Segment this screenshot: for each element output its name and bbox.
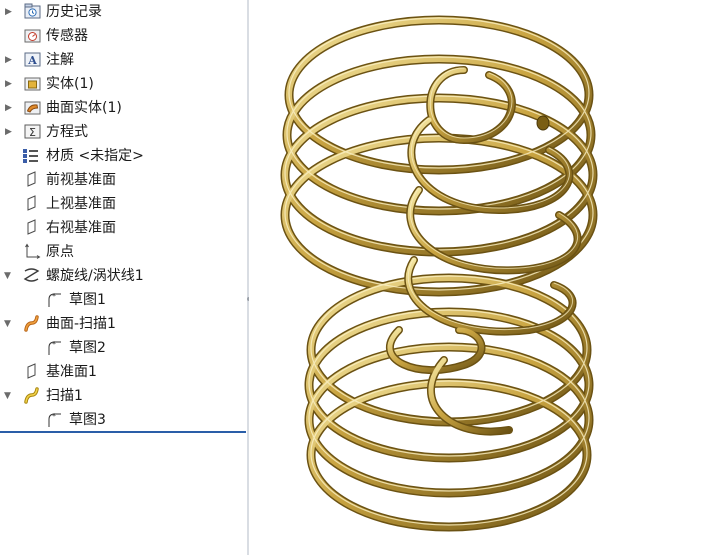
tube-end (536, 115, 550, 131)
tree-item-front-plane[interactable]: 前视基准面 (0, 168, 247, 192)
tree-item-top-plane[interactable]: 上视基准面 (0, 192, 247, 216)
sketch-icon: * (46, 411, 63, 428)
chevron-down-icon[interactable]: ▼ (4, 271, 12, 281)
tree-item-annotations[interactable]: ▶ A 注解 (0, 48, 247, 72)
chevron-down-icon[interactable]: ▼ (4, 319, 12, 329)
tree-item-right-plane[interactable]: 右视基准面 (0, 216, 247, 240)
tree-item-label: 材质 <未指定> (46, 148, 144, 164)
tree-item-sensors[interactable]: 传感器 (0, 24, 247, 48)
origin-icon (24, 243, 41, 260)
plane-icon (24, 219, 41, 236)
tree-item-label: 原点 (46, 244, 74, 260)
tree-item-sketch3[interactable]: * 草图3 (0, 408, 247, 432)
tree-item-label: 上视基准面 (46, 196, 116, 212)
tree-item-label: 草图1 (69, 292, 106, 308)
plane-icon (24, 171, 41, 188)
svg-text:*: * (52, 292, 56, 301)
tree-item-surface-sweep[interactable]: ▼ 曲面-扫描1 (0, 312, 247, 336)
sweep-icon (23, 387, 40, 404)
tree-item-label: 注解 (46, 52, 74, 68)
solid-bodies-icon (24, 75, 41, 92)
tree-item-label: 实体(1) (46, 76, 94, 92)
tree-item-label: 曲面实体(1) (46, 100, 122, 116)
tree-item-equations[interactable]: ▶ Σ 方程式 (0, 120, 247, 144)
outer-coils (280, 15, 598, 532)
tree-item-origin[interactable]: 原点 (0, 240, 247, 264)
feature-manager-tree: ▶ 历史记录 传感器 ▶ A 注解 ▶ 实体(1) ▶ 曲面实体(1) ▶ Σ … (0, 0, 247, 555)
equations-icon: Σ (24, 123, 41, 140)
tree-item-label: 历史记录 (46, 4, 102, 20)
sensor-icon (24, 27, 41, 44)
tree-item-label: 草图2 (69, 340, 106, 356)
tree-item-label: 扫描1 (46, 388, 83, 404)
surface-bodies-icon (24, 99, 41, 116)
chevron-right-icon[interactable]: ▶ (5, 7, 13, 17)
plane-icon (24, 195, 41, 212)
chevron-right-icon[interactable]: ▶ (5, 79, 13, 89)
tree-item-sweep[interactable]: ▼ 扫描1 (0, 384, 247, 408)
tree-item-helix[interactable]: ▼ 螺旋线/涡状线1 (0, 264, 247, 288)
svg-text:A: A (27, 54, 37, 67)
tree-item-sketch2[interactable]: * 草图2 (0, 336, 247, 360)
plane-icon (24, 363, 41, 380)
tree-item-label: 传感器 (46, 28, 88, 44)
sketch-icon: * (46, 339, 63, 356)
tree-item-history[interactable]: ▶ 历史记录 (0, 0, 247, 24)
sketch-icon: * (46, 291, 63, 308)
tree-item-surface-bodies[interactable]: ▶ 曲面实体(1) (0, 96, 247, 120)
svg-text:*: * (52, 412, 56, 421)
chevron-right-icon[interactable]: ▶ (5, 55, 13, 65)
tree-item-label: 前视基准面 (46, 172, 116, 188)
annotation-icon: A (24, 51, 41, 68)
svg-text:Σ: Σ (29, 126, 36, 139)
graphics-viewport[interactable] (249, 0, 707, 555)
tree-item-plane1[interactable]: 基准面1 (0, 360, 247, 384)
chevron-right-icon[interactable]: ▶ (5, 103, 13, 113)
tree-item-label: 基准面1 (46, 364, 97, 380)
helix-icon (23, 267, 40, 284)
rollback-bar[interactable] (0, 431, 246, 433)
tree-item-label: 草图3 (69, 412, 106, 428)
spring-model[interactable] (249, 0, 707, 555)
svg-text:*: * (52, 340, 56, 349)
tree-item-material[interactable]: 材质 <未指定> (0, 144, 247, 168)
history-folder-icon (24, 3, 41, 20)
surface-sweep-icon (23, 315, 40, 332)
tree-item-sketch1[interactable]: * 草图1 (0, 288, 247, 312)
tree-item-label: 曲面-扫描1 (46, 316, 116, 332)
chevron-right-icon[interactable]: ▶ (5, 127, 13, 137)
tree-item-label: 方程式 (46, 124, 88, 140)
tree-item-label: 螺旋线/涡状线1 (46, 268, 144, 284)
chevron-down-icon[interactable]: ▼ (4, 391, 12, 401)
tree-item-label: 右视基准面 (46, 220, 116, 236)
material-icon (22, 147, 39, 164)
tree-item-solid-bodies[interactable]: ▶ 实体(1) (0, 72, 247, 96)
